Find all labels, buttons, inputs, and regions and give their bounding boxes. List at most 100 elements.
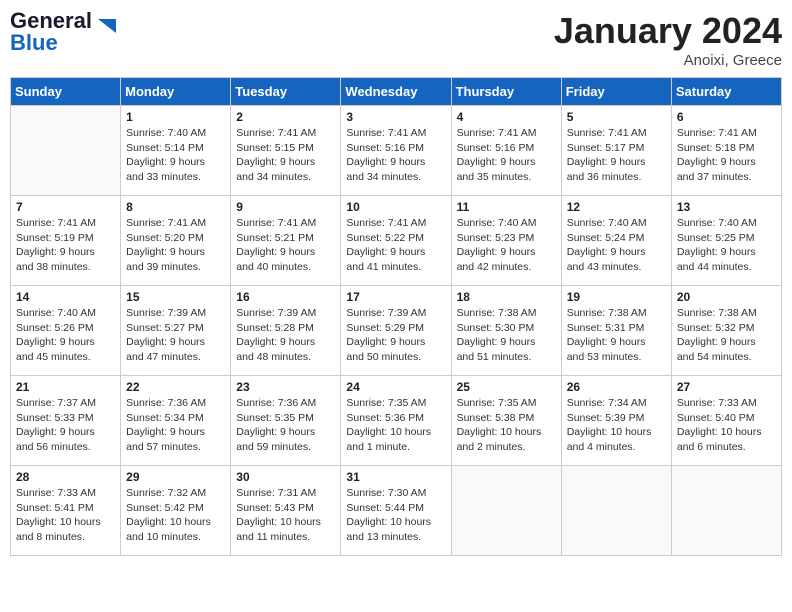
calendar-cell: 18 Sunrise: 7:38 AMSunset: 5:30 PMDayligh…: [451, 286, 561, 376]
calendar-cell: 23 Sunrise: 7:36 AMSunset: 5:35 PMDayligh…: [231, 376, 341, 466]
day-number: 29: [126, 470, 225, 484]
day-info: Sunrise: 7:32 AMSunset: 5:42 PMDaylight:…: [126, 486, 225, 545]
day-number: 23: [236, 380, 335, 394]
calendar-cell: 7 Sunrise: 7:41 AMSunset: 5:19 PMDaylight…: [11, 196, 121, 286]
calendar-cell: [451, 466, 561, 556]
day-info: Sunrise: 7:40 AMSunset: 5:14 PMDaylight:…: [126, 126, 225, 185]
weekday-header-saturday: Saturday: [671, 78, 781, 106]
day-info: Sunrise: 7:41 AMSunset: 5:21 PMDaylight:…: [236, 216, 335, 275]
logo-icon: [96, 15, 118, 37]
day-info: Sunrise: 7:31 AMSunset: 5:43 PMDaylight:…: [236, 486, 335, 545]
calendar-cell: [561, 466, 671, 556]
day-number: 31: [346, 470, 445, 484]
calendar-body: 1 Sunrise: 7:40 AMSunset: 5:14 PMDaylight…: [11, 106, 782, 556]
calendar-cell: 6Sunrise: 7:41 AMSunset: 5:18 PMDaylight…: [671, 106, 781, 196]
calendar-cell: 29 Sunrise: 7:32 AMSunset: 5:42 PMDayligh…: [121, 466, 231, 556]
calendar-cell: [671, 466, 781, 556]
weekday-header-thursday: Thursday: [451, 78, 561, 106]
day-info: Sunrise: 7:33 AMSunset: 5:41 PMDaylight:…: [16, 486, 115, 545]
day-info: Sunrise: 7:41 AMSunset: 5:16 PMDaylight:…: [457, 126, 556, 185]
day-info: Sunrise: 7:35 AMSunset: 5:38 PMDaylight:…: [457, 396, 556, 455]
day-number: 19: [567, 290, 666, 304]
calendar-cell: 21 Sunrise: 7:37 AMSunset: 5:33 PMDayligh…: [11, 376, 121, 466]
calendar-cell: 27 Sunrise: 7:33 AMSunset: 5:40 PMDayligh…: [671, 376, 781, 466]
day-info: Sunrise: 7:40 AMSunset: 5:24 PMDaylight:…: [567, 216, 666, 275]
day-number: 17: [346, 290, 445, 304]
day-info: Sunrise: 7:41 AMSunset: 5:16 PMDaylight:…: [346, 126, 445, 185]
calendar-cell: 20 Sunrise: 7:38 AMSunset: 5:32 PMDayligh…: [671, 286, 781, 376]
calendar-cell: 24 Sunrise: 7:35 AMSunset: 5:36 PMDayligh…: [341, 376, 451, 466]
title-block: January 2024 Anoixi, Greece: [554, 10, 782, 69]
logo-text: GeneralBlue: [10, 10, 92, 54]
calendar-cell: 26 Sunrise: 7:34 AMSunset: 5:39 PMDayligh…: [561, 376, 671, 466]
day-info: Sunrise: 7:35 AMSunset: 5:36 PMDaylight:…: [346, 396, 445, 455]
day-info: Sunrise: 7:33 AMSunset: 5:40 PMDaylight:…: [677, 396, 776, 455]
weekday-header-sunday: Sunday: [11, 78, 121, 106]
day-number: 18: [457, 290, 556, 304]
day-number: 21: [16, 380, 115, 394]
calendar-cell: 14 Sunrise: 7:40 AMSunset: 5:26 PMDayligh…: [11, 286, 121, 376]
day-number: 26: [567, 380, 666, 394]
calendar-week-1: 1 Sunrise: 7:40 AMSunset: 5:14 PMDaylight…: [11, 106, 782, 196]
calendar-cell: 15 Sunrise: 7:39 AMSunset: 5:27 PMDayligh…: [121, 286, 231, 376]
logo: GeneralBlue: [10, 10, 118, 54]
day-number: 28: [16, 470, 115, 484]
calendar-cell: 22Sunrise: 7:36 AMSunset: 5:34 PMDayligh…: [121, 376, 231, 466]
weekday-header-tuesday: Tuesday: [231, 78, 341, 106]
calendar-cell: 4 Sunrise: 7:41 AMSunset: 5:16 PMDaylight…: [451, 106, 561, 196]
day-info: Sunrise: 7:41 AMSunset: 5:17 PMDaylight:…: [567, 126, 666, 185]
day-number: 7: [16, 200, 115, 214]
calendar-cell: 17 Sunrise: 7:39 AMSunset: 5:29 PMDayligh…: [341, 286, 451, 376]
day-info: Sunrise: 7:41 AMSunset: 5:19 PMDaylight:…: [16, 216, 115, 275]
calendar-cell: 28 Sunrise: 7:33 AMSunset: 5:41 PMDayligh…: [11, 466, 121, 556]
calendar-week-5: 28 Sunrise: 7:33 AMSunset: 5:41 PMDayligh…: [11, 466, 782, 556]
day-info: Sunrise: 7:41 AMSunset: 5:15 PMDaylight:…: [236, 126, 335, 185]
day-number: 20: [677, 290, 776, 304]
calendar-cell: 5 Sunrise: 7:41 AMSunset: 5:17 PMDaylight…: [561, 106, 671, 196]
day-number: 22: [126, 380, 225, 394]
day-number: 10: [346, 200, 445, 214]
calendar-cell: [11, 106, 121, 196]
day-info: Sunrise: 7:38 AMSunset: 5:32 PMDaylight:…: [677, 306, 776, 365]
day-number: 14: [16, 290, 115, 304]
calendar-table: SundayMondayTuesdayWednesdayThursdayFrid…: [10, 77, 782, 556]
day-info: Sunrise: 7:38 AMSunset: 5:31 PMDaylight:…: [567, 306, 666, 365]
day-info: Sunrise: 7:36 AMSunset: 5:35 PMDaylight:…: [236, 396, 335, 455]
day-number: 11: [457, 200, 556, 214]
day-number: 8: [126, 200, 225, 214]
day-number: 2: [236, 110, 335, 124]
location: Anoixi, Greece: [554, 52, 782, 69]
day-number: 24: [346, 380, 445, 394]
day-number: 5: [567, 110, 666, 124]
day-info: Sunrise: 7:39 AMSunset: 5:27 PMDaylight:…: [126, 306, 225, 365]
day-info: Sunrise: 7:39 AMSunset: 5:29 PMDaylight:…: [346, 306, 445, 365]
weekday-header-wednesday: Wednesday: [341, 78, 451, 106]
day-info: Sunrise: 7:41 AMSunset: 5:22 PMDaylight:…: [346, 216, 445, 275]
day-info: Sunrise: 7:40 AMSunset: 5:23 PMDaylight:…: [457, 216, 556, 275]
day-number: 9: [236, 200, 335, 214]
day-number: 25: [457, 380, 556, 394]
day-info: Sunrise: 7:40 AMSunset: 5:26 PMDaylight:…: [16, 306, 115, 365]
day-number: 12: [567, 200, 666, 214]
calendar-cell: 12 Sunrise: 7:40 AMSunset: 5:24 PMDayligh…: [561, 196, 671, 286]
day-number: 27: [677, 380, 776, 394]
day-number: 15: [126, 290, 225, 304]
calendar-cell: 19 Sunrise: 7:38 AMSunset: 5:31 PMDayligh…: [561, 286, 671, 376]
day-info: Sunrise: 7:41 AMSunset: 5:18 PMDaylight:…: [677, 126, 776, 185]
day-info: Sunrise: 7:38 AMSunset: 5:30 PMDaylight:…: [457, 306, 556, 365]
page-header: GeneralBlue January 2024 Anoixi, Greece: [10, 10, 782, 69]
calendar-cell: 16Sunrise: 7:39 AMSunset: 5:28 PMDayligh…: [231, 286, 341, 376]
calendar-cell: 2 Sunrise: 7:41 AMSunset: 5:15 PMDaylight…: [231, 106, 341, 196]
day-info: Sunrise: 7:30 AMSunset: 5:44 PMDaylight:…: [346, 486, 445, 545]
day-number: 4: [457, 110, 556, 124]
day-info: Sunrise: 7:37 AMSunset: 5:33 PMDaylight:…: [16, 396, 115, 455]
calendar-cell: 31 Sunrise: 7:30 AMSunset: 5:44 PMDayligh…: [341, 466, 451, 556]
calendar-cell: 25 Sunrise: 7:35 AMSunset: 5:38 PMDayligh…: [451, 376, 561, 466]
day-number: 1: [126, 110, 225, 124]
day-info: Sunrise: 7:34 AMSunset: 5:39 PMDaylight:…: [567, 396, 666, 455]
day-info: Sunrise: 7:40 AMSunset: 5:25 PMDaylight:…: [677, 216, 776, 275]
weekday-header-monday: Monday: [121, 78, 231, 106]
calendar-week-4: 21 Sunrise: 7:37 AMSunset: 5:33 PMDayligh…: [11, 376, 782, 466]
calendar-week-3: 14 Sunrise: 7:40 AMSunset: 5:26 PMDayligh…: [11, 286, 782, 376]
day-info: Sunrise: 7:41 AMSunset: 5:20 PMDaylight:…: [126, 216, 225, 275]
